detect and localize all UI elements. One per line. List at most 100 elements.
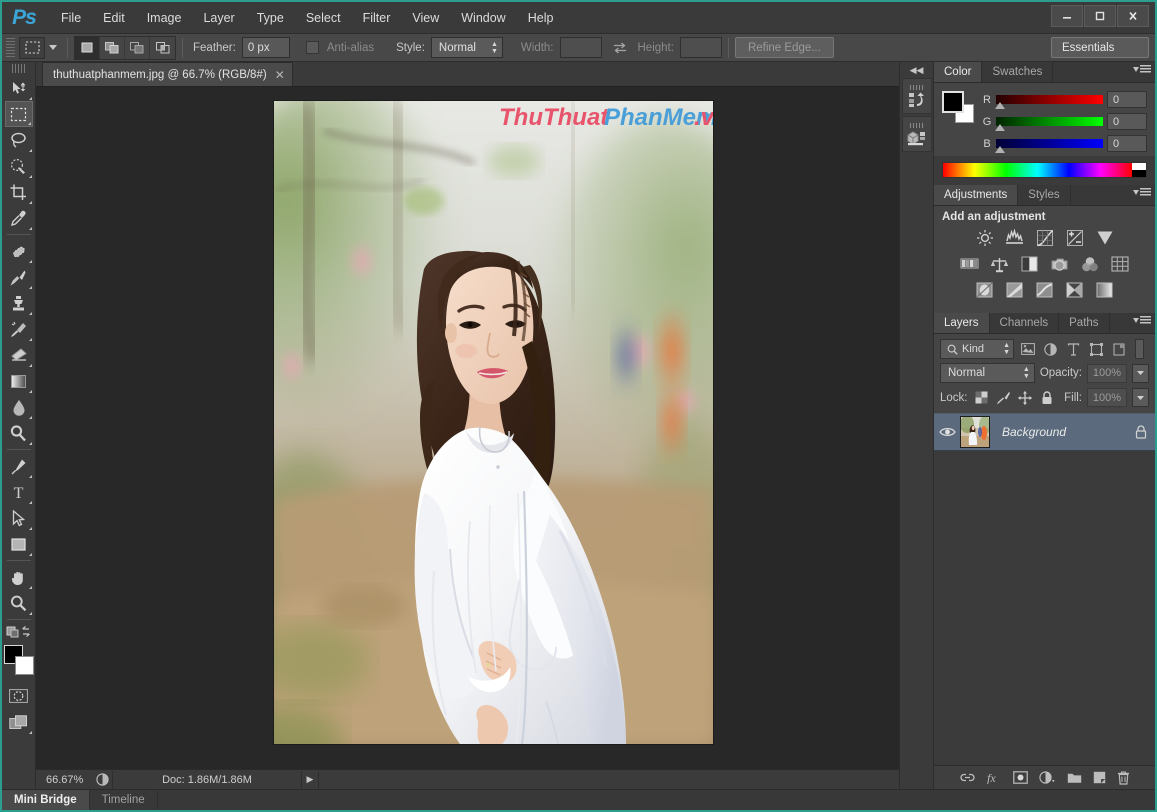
delete-layer-icon[interactable] [1117, 770, 1130, 785]
document-tab[interactable]: thuthuatphanmem.jpg @ 66.7% (RGB/8#) ✕ [42, 62, 293, 86]
menu-window[interactable]: Window [450, 6, 516, 30]
red-slider-track[interactable] [995, 95, 1103, 109]
gradient-map-icon[interactable] [1092, 279, 1117, 301]
lock-all-icon[interactable] [1039, 389, 1056, 406]
photo-filter-icon[interactable] [1047, 253, 1072, 275]
lock-position-icon[interactable] [1017, 389, 1034, 406]
type-layers-filter-icon[interactable] [1064, 339, 1083, 359]
tab-swatches[interactable]: Swatches [982, 62, 1054, 82]
swap-arrows-icon[interactable] [610, 42, 630, 54]
menu-filter[interactable]: Filter [352, 6, 402, 30]
screen-mode-icon[interactable] [5, 709, 33, 735]
subtract-from-selection-button[interactable] [125, 36, 150, 59]
blur-tool[interactable] [5, 394, 33, 420]
hand-tool[interactable] [5, 564, 33, 590]
refine-edge-button[interactable]: Refine Edge... [734, 37, 834, 58]
image-canvas[interactable]: ThuThuat PhanMem .vn [274, 101, 713, 744]
blend-mode-select[interactable]: Normal ▲ ▼ [940, 363, 1035, 383]
tab-paths[interactable]: Paths [1059, 313, 1110, 333]
tool-preset-chevron-down-icon[interactable] [45, 37, 61, 59]
fill-dropdown-icon[interactable] [1132, 388, 1149, 407]
add-to-selection-button[interactable] [100, 36, 125, 59]
options-bar-grip[interactable] [6, 37, 15, 58]
spectrum-gradient[interactable] [943, 163, 1132, 177]
layer-list[interactable]: Background [934, 413, 1155, 765]
fill-input[interactable]: 100% [1087, 388, 1127, 407]
menu-image[interactable]: Image [136, 6, 193, 30]
width-input[interactable] [559, 37, 602, 58]
style-select[interactable]: Normal ▲ ▼ [430, 37, 503, 58]
clone-stamp-tool[interactable] [5, 290, 33, 316]
invert-icon[interactable] [972, 279, 997, 301]
rectangle-tool[interactable] [5, 531, 33, 557]
dodge-tool[interactable] [5, 420, 33, 446]
zoom-tool[interactable] [5, 590, 33, 616]
color-balance-icon[interactable] [987, 253, 1012, 275]
blue-value-input[interactable]: 0 [1107, 135, 1147, 152]
quick-mask-icon[interactable] [5, 683, 33, 709]
collapse-panels-icon[interactable]: ◀◀ [900, 62, 933, 78]
green-slider-track[interactable] [995, 117, 1103, 131]
adjustments-panel-menu-icon[interactable] [1133, 188, 1151, 197]
color-spectrum-ramp[interactable] [942, 162, 1147, 178]
workspace-switcher-button[interactable]: Essentials [1051, 37, 1149, 58]
menu-select[interactable]: Select [295, 6, 352, 30]
zoom-level-field[interactable]: 66.67% [42, 771, 92, 788]
color-panel-menu-icon[interactable] [1133, 65, 1151, 74]
rectangular-marquee-tool[interactable] [4, 101, 33, 127]
black-white-icon[interactable] [1017, 253, 1042, 275]
crop-tool[interactable] [5, 179, 33, 205]
menu-edit[interactable]: Edit [92, 6, 136, 30]
layer-visibility-eye-icon[interactable] [934, 426, 960, 438]
menu-help[interactable]: Help [517, 6, 565, 30]
red-value-input[interactable]: 0 [1107, 91, 1147, 108]
tab-layers[interactable]: Layers [934, 313, 990, 333]
eyedropper-tool[interactable] [5, 205, 33, 231]
history-brush-tool[interactable] [5, 316, 33, 342]
spot-healing-brush-tool[interactable] [5, 238, 33, 264]
red-slider-thumb[interactable] [995, 102, 1005, 109]
filter-toggle-switch[interactable] [1135, 339, 1144, 359]
table-row[interactable]: Background [934, 413, 1155, 451]
color-panel-foreground-swatch[interactable] [942, 91, 964, 113]
layer-filter-kind-select[interactable]: Kind ▲ ▼ [940, 339, 1014, 359]
selective-color-icon[interactable] [1062, 279, 1087, 301]
path-selection-tool[interactable] [5, 505, 33, 531]
vibrance-icon[interactable] [1092, 227, 1117, 249]
menu-file[interactable]: File [50, 6, 92, 30]
tab-channels[interactable]: Channels [989, 313, 1060, 333]
tab-color[interactable]: Color [934, 62, 983, 82]
pen-tool[interactable] [5, 453, 33, 479]
layers-panel-menu-icon[interactable] [1133, 316, 1151, 325]
document-thumbnail-icon[interactable] [92, 772, 112, 788]
blue-slider-thumb[interactable] [995, 146, 1005, 153]
opacity-input[interactable]: 100% [1087, 363, 1127, 383]
tab-timeline[interactable]: Timeline [89, 790, 158, 810]
marquee-icon[interactable] [19, 36, 45, 59]
mini-bridge-panel-icon[interactable] [901, 116, 932, 152]
lock-transparent-pixels-icon[interactable] [973, 389, 990, 406]
default-colors-and-swap-icons[interactable] [6, 624, 32, 640]
tab-mini-bridge[interactable]: Mini Bridge [2, 790, 90, 810]
white-black-swatch-pair[interactable] [1132, 163, 1146, 177]
gradient-tool[interactable] [5, 368, 33, 394]
opacity-dropdown-icon[interactable] [1132, 363, 1149, 383]
exposure-icon[interactable] [1062, 227, 1087, 249]
adjustment-layers-filter-icon[interactable] [1041, 339, 1060, 359]
tab-styles[interactable]: Styles [1018, 185, 1071, 205]
channel-mixer-icon[interactable] [1077, 253, 1102, 275]
new-layer-icon[interactable] [1093, 771, 1106, 784]
minimize-button[interactable] [1051, 5, 1083, 27]
close-icon[interactable]: ✕ [275, 69, 285, 81]
maximize-button[interactable] [1084, 5, 1116, 27]
intersect-with-selection-button[interactable] [150, 37, 175, 59]
curves-icon[interactable] [1032, 227, 1057, 249]
quick-selection-tool[interactable] [5, 153, 33, 179]
tools-panel-grip[interactable] [11, 64, 26, 73]
link-layers-icon[interactable] [959, 772, 975, 783]
menu-layer[interactable]: Layer [192, 6, 245, 30]
brightness-contrast-icon[interactable] [972, 227, 997, 249]
green-value-input[interactable]: 0 [1107, 113, 1147, 130]
type-tool[interactable]: T [5, 479, 33, 505]
history-panel-icon[interactable] [901, 78, 932, 114]
